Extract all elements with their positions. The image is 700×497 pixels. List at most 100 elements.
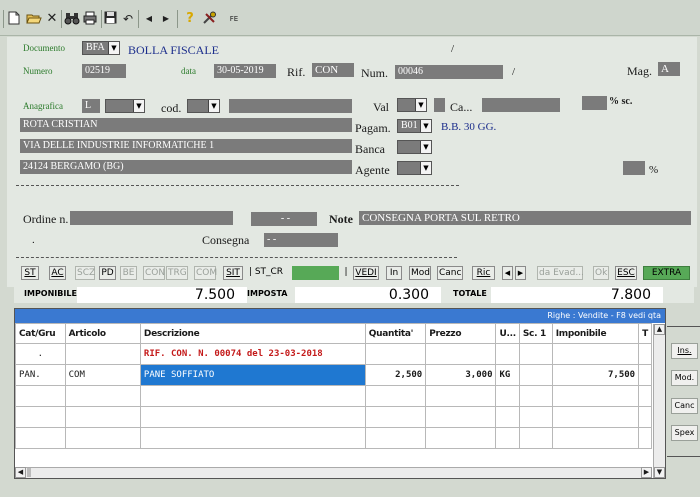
cell-imponibile[interactable]: 7,500 — [551, 364, 640, 386]
ca-field[interactable] — [482, 98, 560, 112]
column-header[interactable]: Cat/Gru — [15, 323, 66, 344]
cell-prezzo[interactable]: 3,000 — [425, 364, 497, 386]
cell-empty[interactable] — [64, 385, 141, 407]
cell-empty[interactable] — [139, 385, 366, 407]
cell-quantita[interactable]: 2,500 — [364, 364, 427, 386]
column-header[interactable]: T — [638, 323, 652, 344]
cell-empty[interactable] — [638, 406, 652, 428]
val-select[interactable]: ▼ — [397, 98, 427, 112]
cell-empty[interactable] — [139, 427, 366, 449]
vertical-scrollbar[interactable]: ▲ ▼ — [653, 324, 665, 478]
cell-sconto[interactable] — [518, 343, 553, 365]
print-preview-icon[interactable] — [82, 11, 98, 27]
in-button[interactable]: In — [386, 266, 402, 280]
agente-select[interactable]: ▼ — [397, 161, 432, 175]
cell-imponibile[interactable] — [551, 343, 640, 365]
table-row[interactable]: . RIF. CON. N. 00074 del 23-03-2018 — [15, 343, 652, 365]
note-field[interactable]: CONSEGNA PORTA SUL RETRO — [359, 211, 691, 225]
undo-icon[interactable]: ↶ — [121, 11, 135, 27]
cell-empty[interactable] — [15, 427, 66, 449]
column-header[interactable]: Articolo — [64, 323, 141, 344]
anagrafica-type-field[interactable]: L — [82, 99, 100, 113]
scz-button[interactable]: SCZ — [75, 266, 95, 280]
cell-empty[interactable] — [139, 406, 366, 428]
canc-button[interactable]: Canc — [437, 266, 463, 280]
table-row[interactable] — [15, 406, 652, 428]
cell-empty[interactable] — [551, 427, 640, 449]
indirizzo-field[interactable]: VIA DELLE INDUSTRIE INFORMATICHE 1 — [20, 139, 352, 153]
cell-cat[interactable]: PAN. — [15, 364, 66, 386]
cod-select[interactable]: ▼ — [187, 99, 220, 113]
ragione-sociale-field[interactable]: ROTA CRISTIAN — [20, 118, 352, 132]
column-header[interactable]: Imponibile — [551, 323, 640, 344]
pagam-select[interactable]: B01 ▼ — [397, 119, 432, 133]
cell-descrizione[interactable]: PANE SOFFIATO — [139, 364, 366, 386]
cell-empty[interactable] — [518, 385, 553, 407]
sit-button[interactable]: SIT — [223, 266, 243, 280]
next-record-icon[interactable]: ▶ — [515, 266, 526, 280]
trg-button[interactable]: TRG — [166, 266, 188, 280]
table-row[interactable] — [15, 427, 652, 449]
help-icon[interactable]: ? — [183, 11, 197, 27]
cell-empty[interactable] — [638, 427, 652, 449]
cell-quantita[interactable] — [364, 343, 427, 365]
new-document-icon[interactable] — [8, 11, 22, 27]
column-header[interactable]: U... — [495, 323, 520, 344]
cell-empty[interactable] — [425, 406, 497, 428]
mag-field[interactable]: A — [658, 62, 680, 76]
scroll-right-icon[interactable]: ▶ — [641, 467, 652, 478]
vedi-button[interactable]: VEDI — [353, 266, 379, 280]
cell-descrizione[interactable]: RIF. CON. N. 00074 del 23-03-2018 — [139, 343, 366, 365]
banca-select[interactable]: ▼ — [397, 140, 432, 154]
next-icon[interactable]: ▶ — [160, 11, 172, 27]
cell-empty[interactable] — [364, 427, 427, 449]
binoculars-icon[interactable] — [64, 11, 80, 27]
table-row[interactable] — [15, 385, 652, 407]
scroll-up-icon[interactable]: ▲ — [654, 324, 665, 335]
cod-description-field[interactable] — [229, 99, 352, 113]
horizontal-scrollbar[interactable]: ◀ ▶ — [15, 467, 652, 478]
num-field[interactable]: 00046 — [395, 65, 503, 79]
column-header[interactable]: Sc. 1 — [518, 323, 553, 344]
cell-empty[interactable] — [364, 385, 427, 407]
ac-button[interactable]: AC — [49, 266, 66, 280]
cell-empty[interactable] — [551, 406, 640, 428]
ok-button[interactable]: Ok — [593, 266, 609, 280]
scroll-down-icon[interactable]: ▼ — [654, 467, 665, 478]
cell-empty[interactable] — [64, 427, 141, 449]
cell-t[interactable] — [638, 343, 652, 365]
numero-field[interactable]: 02519 — [82, 64, 126, 78]
close-icon[interactable]: ✕ — [46, 11, 58, 27]
scroll-left-icon[interactable]: ◀ — [15, 467, 26, 478]
da-evadere-button[interactable]: da Evad... — [537, 266, 584, 280]
cell-empty[interactable] — [495, 427, 520, 449]
chevron-down-icon[interactable]: ▼ — [420, 120, 431, 132]
documento-select[interactable]: BFA ▼ — [82, 41, 120, 55]
mod-side-button[interactable]: Mod. — [671, 370, 698, 386]
ric-button[interactable]: Ric — [472, 266, 495, 280]
agente-percent-field[interactable] — [623, 161, 645, 175]
cell-sconto[interactable] — [518, 364, 553, 386]
chevron-down-icon[interactable]: ▼ — [420, 162, 431, 174]
cell-articolo[interactable]: COM — [64, 364, 141, 386]
spex-button[interactable]: Spex — [671, 425, 698, 441]
open-folder-icon[interactable] — [26, 11, 42, 27]
com-button[interactable]: COM — [194, 266, 217, 280]
cell-empty[interactable] — [638, 385, 652, 407]
previous-icon[interactable]: ◀ — [143, 11, 155, 27]
cell-empty[interactable] — [64, 406, 141, 428]
cell-um[interactable] — [495, 343, 520, 365]
ca-flag-field[interactable] — [434, 98, 445, 112]
cell-empty[interactable] — [425, 385, 497, 407]
extra-button[interactable]: EXTRA — [643, 266, 690, 280]
prev-record-icon[interactable]: ◀ — [502, 266, 513, 280]
cell-articolo[interactable] — [64, 343, 141, 365]
citta-field[interactable]: 24124 BERGAMO (BG) — [20, 160, 352, 174]
cell-empty[interactable] — [551, 385, 640, 407]
mod-button[interactable]: Mod — [409, 266, 431, 280]
canc-side-button[interactable]: Canc — [671, 398, 698, 414]
chevron-down-icon[interactable]: ▼ — [415, 99, 426, 111]
chevron-down-icon[interactable]: ▼ — [133, 100, 144, 112]
pd-button[interactable]: PD — [99, 266, 116, 280]
cell-empty[interactable] — [15, 385, 66, 407]
